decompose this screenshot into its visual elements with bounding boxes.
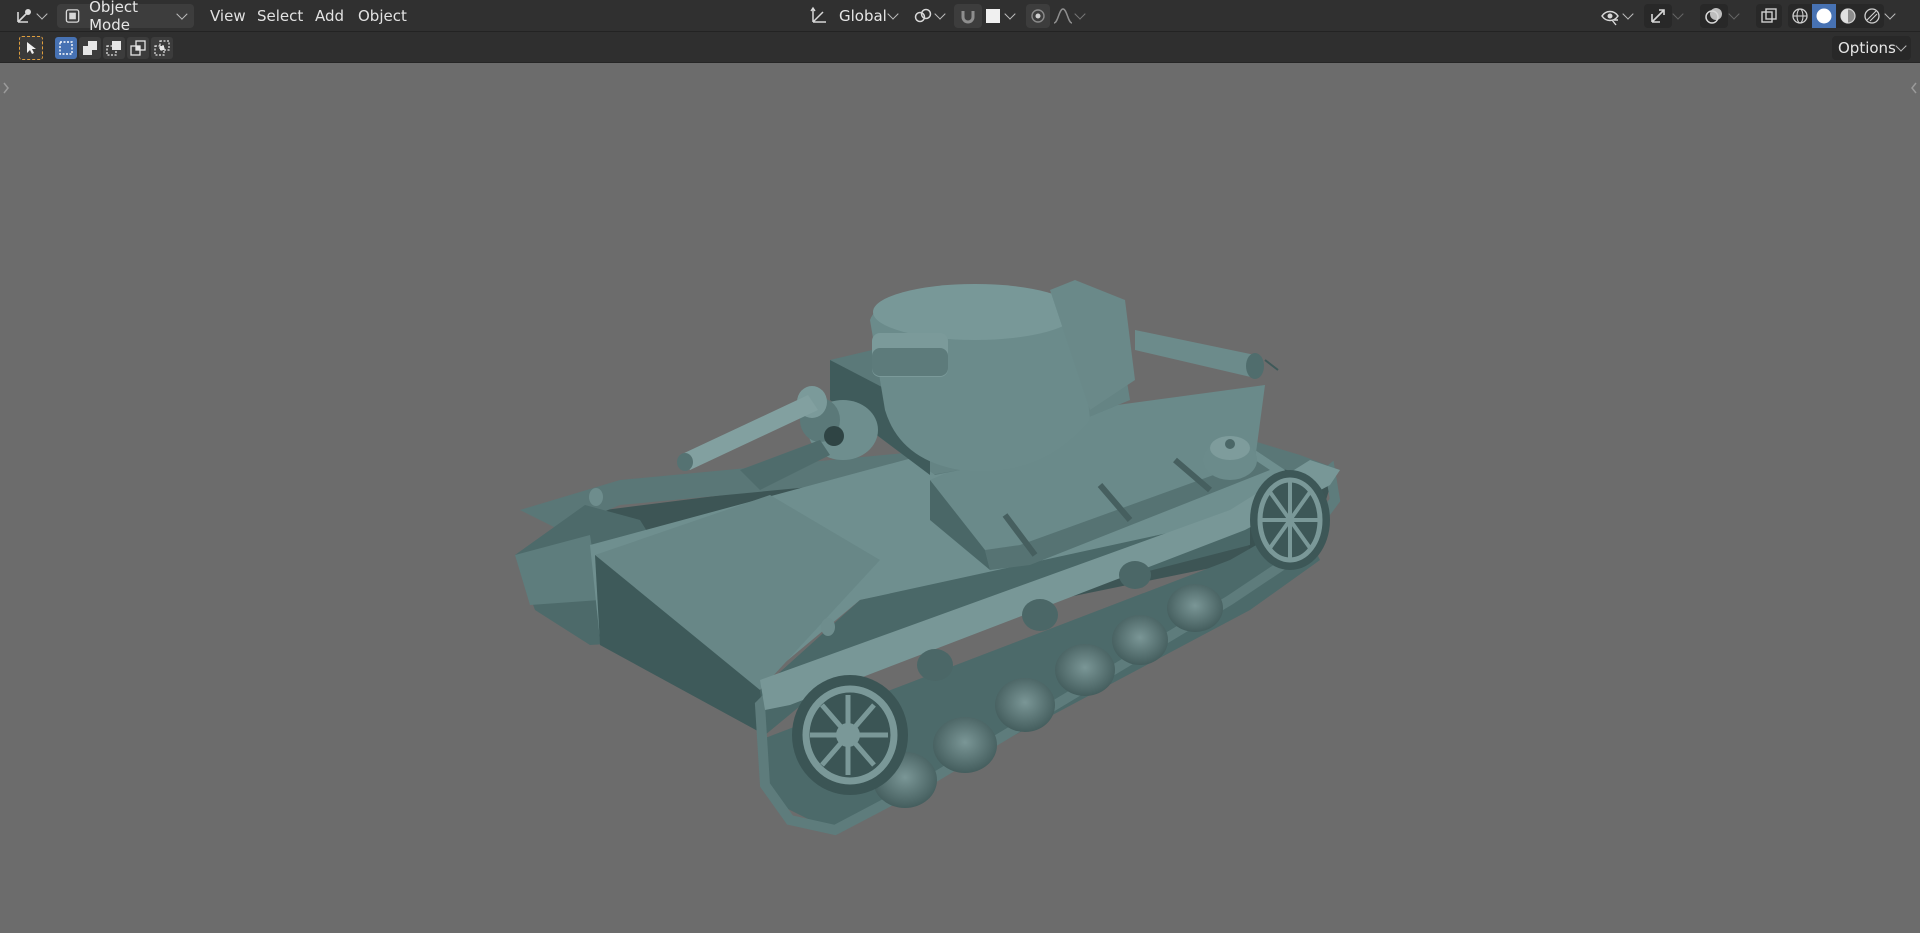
- visibility-selector[interactable]: [1600, 4, 1636, 28]
- object-mode-icon: [65, 9, 80, 23]
- menu-add[interactable]: Add: [309, 4, 350, 28]
- cursor-icon: [27, 42, 36, 54]
- select-mode-intersect[interactable]: [151, 37, 173, 59]
- shading-material[interactable]: [1836, 4, 1860, 28]
- select-extend-icon: [83, 41, 97, 55]
- options-label: Options: [1838, 39, 1896, 57]
- chevron-down-icon: [887, 7, 899, 20]
- shading-dropdown[interactable]: [1884, 4, 1900, 28]
- rendered-shading-icon: [1864, 8, 1880, 24]
- active-tool-select-box[interactable]: [19, 36, 43, 60]
- chevron-down-icon: [1728, 7, 1740, 20]
- chevron-down-icon: [1895, 39, 1907, 52]
- chevron-down-icon: [1004, 7, 1016, 20]
- xray-toggle[interactable]: [1756, 4, 1782, 28]
- select-mode-invert[interactable]: [127, 37, 149, 59]
- viewport-header: Object Mode View Select Add Object Globa…: [0, 0, 1920, 34]
- shading-wireframe[interactable]: [1788, 4, 1812, 28]
- mode-selector[interactable]: Object Mode: [57, 0, 194, 34]
- visibility-eye-icon: [1601, 10, 1619, 26]
- chevron-down-icon: [1622, 7, 1634, 20]
- falloff-selector[interactable]: [1052, 4, 1090, 28]
- options-dropdown[interactable]: Options: [1832, 36, 1911, 60]
- xray-icon: [1761, 8, 1777, 23]
- select-new-icon: [59, 41, 73, 55]
- 3d-viewport[interactable]: [0, 63, 1920, 933]
- select-mode-subtract[interactable]: [103, 37, 125, 59]
- material-preview-icon: [1840, 8, 1856, 24]
- 3d-viewport-icon: [16, 9, 31, 23]
- wireframe-shading-icon: [1792, 8, 1808, 24]
- proportional-editing-icon: [1031, 9, 1045, 23]
- snap-increment-icon: [986, 9, 1000, 23]
- transform-orientation-icon: [810, 6, 826, 23]
- chevron-down-icon: [1884, 7, 1896, 20]
- overlay-icon: [1705, 8, 1722, 24]
- select-invert-icon: [130, 40, 146, 56]
- select-mode-extend[interactable]: [79, 37, 101, 59]
- select-intersect-icon: [154, 40, 170, 56]
- snap-toggle[interactable]: [954, 4, 982, 28]
- chevron-down-icon: [1672, 7, 1684, 20]
- transform-orientation-selector[interactable]: Global: [803, 4, 903, 28]
- pivot-point-selector[interactable]: [912, 4, 948, 28]
- proportional-editing-toggle[interactable]: [1026, 4, 1050, 28]
- falloff-curve-icon: [1053, 8, 1073, 24]
- orientation-label: Global: [839, 7, 887, 25]
- gizmo-icon: [1651, 9, 1665, 23]
- overlay-dropdown[interactable]: [1728, 4, 1744, 28]
- overlay-toggle[interactable]: [1700, 4, 1728, 28]
- mode-label: Object Mode: [89, 0, 138, 34]
- menu-object[interactable]: Object: [352, 4, 413, 28]
- chevron-down-icon: [1074, 7, 1086, 20]
- tank-model[interactable]: [0, 63, 1920, 933]
- menu-select[interactable]: Select: [251, 4, 309, 28]
- snap-target-selector[interactable]: [984, 4, 1020, 28]
- tool-settings-bar: Options: [0, 32, 1920, 63]
- shading-solid[interactable]: [1812, 4, 1836, 28]
- solid-shading-icon: [1816, 8, 1832, 24]
- gizmo-dropdown[interactable]: [1672, 4, 1688, 28]
- chevron-down-icon: [934, 7, 946, 20]
- select-mode-set[interactable]: [55, 37, 77, 59]
- gizmo-toggle[interactable]: [1644, 4, 1672, 28]
- menu-view[interactable]: View: [204, 4, 252, 28]
- shading-rendered[interactable]: [1860, 4, 1884, 28]
- chevron-down-icon: [35, 7, 48, 20]
- snap-icon: [961, 11, 975, 24]
- editor-type-selector[interactable]: [10, 4, 50, 28]
- select-subtract-icon: [106, 41, 121, 56]
- pivot-point-icon: [914, 8, 932, 23]
